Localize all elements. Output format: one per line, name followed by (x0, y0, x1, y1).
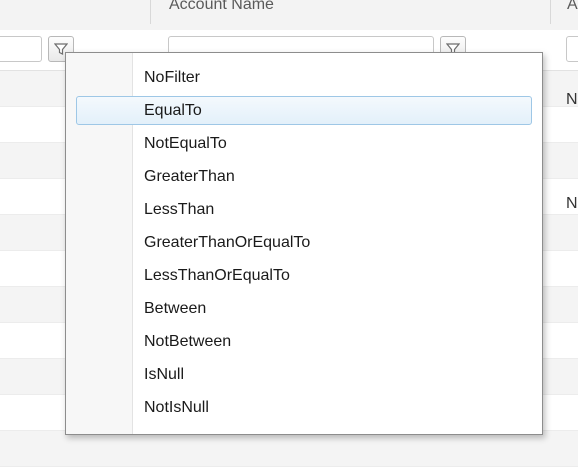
menu-item-notisnull[interactable]: NotIsNull (66, 391, 542, 424)
column-header-label: A (567, 0, 578, 13)
menu-item-label: LessThanOrEqualTo (144, 267, 290, 284)
column-header-account-name[interactable]: Account Name (150, 0, 550, 24)
menu-item-notbetween[interactable]: NotBetween (66, 325, 542, 358)
cell-fragment: N (566, 91, 578, 108)
menu-item-label: Between (144, 300, 207, 317)
menu-item-label: GreaterThan (144, 168, 235, 185)
filter-input-next[interactable] (566, 36, 578, 62)
menu-item-equalto[interactable]: EqualTo (66, 94, 542, 127)
menu-item-label: NotBetween (144, 333, 232, 350)
menu-item-nofilter[interactable]: NoFilter (66, 61, 542, 94)
column-header-label: Account Name (169, 0, 274, 13)
menu-item-label: NotEqualTo (144, 135, 227, 152)
menu-item-label: EqualTo (144, 102, 202, 119)
filter-input-left[interactable] (0, 36, 42, 62)
menu-item-label: IsNull (144, 366, 185, 383)
menu-item-lessthanorequalto[interactable]: LessThanOrEqualTo (66, 259, 542, 292)
column-header-left[interactable] (0, 0, 150, 30)
menu-item-label: LessThan (144, 201, 215, 218)
menu-item-notequalto[interactable]: NotEqualTo (66, 127, 542, 160)
menu-item-isnull[interactable]: IsNull (66, 358, 542, 391)
table-row[interactable] (0, 431, 578, 467)
menu-item-label: NoFilter (144, 69, 201, 86)
cell-fragment: N (566, 195, 578, 212)
menu-item-label: NotIsNull (144, 399, 209, 416)
menu-item-greaterthan[interactable]: GreaterThan (66, 160, 542, 193)
column-header-next[interactable]: A (550, 0, 578, 24)
menu-item-lessthan[interactable]: LessThan (66, 193, 542, 226)
menu-item-greaterthanorequalto[interactable]: GreaterThanOrEqualTo (66, 226, 542, 259)
menu-item-label: GreaterThanOrEqualTo (144, 234, 311, 251)
grid-header-row: Account Name A (0, 0, 578, 31)
filter-operator-dropdown: NoFilter EqualTo NotEqualTo GreaterThan … (65, 52, 543, 435)
menu-item-between[interactable]: Between (66, 292, 542, 325)
filter-operator-list: NoFilter EqualTo NotEqualTo GreaterThan … (66, 61, 542, 424)
